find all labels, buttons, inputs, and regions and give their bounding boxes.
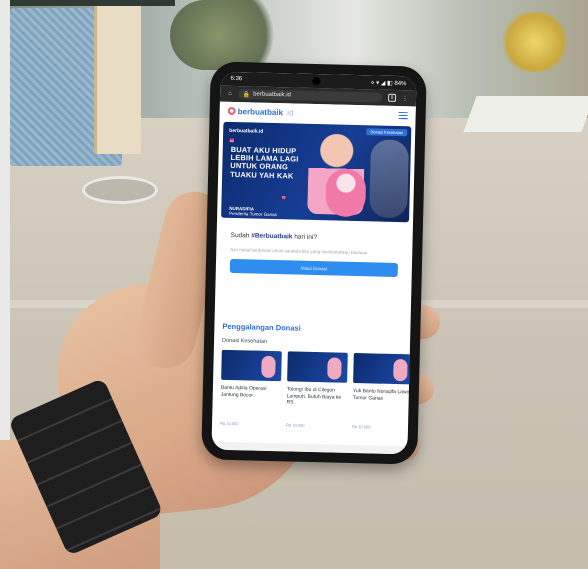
logo-name: berbuatbaik [237, 106, 284, 117]
invite-suffix: hari ini? [292, 233, 318, 242]
tab-switcher-button[interactable]: 8 [387, 93, 397, 102]
status-icons: ⋄ ▾ ◢ ◧ 84% [370, 79, 407, 87]
invite-description: Ayo mulai berdonasi untuk saudara kita y… [230, 246, 368, 256]
hamburger-menu-icon[interactable] [398, 111, 408, 119]
photo-background: 6:36 ⋄ ▾ ◢ ◧ 84% ⌂ 🔒 berbuatbaik.id 8 ⋮ … [0, 0, 588, 569]
campaign-card[interactable]: Bantu Aditia Operasi Jantung Bocor Rp 10… [219, 349, 282, 441]
campaign-title: Tolong! Ibu di Cilegon Lumpuh, Butuh Bia… [286, 386, 342, 406]
campaign-thumbnail [287, 351, 348, 383]
campaign-card[interactable]: Tolong! Ibu di Cilegon Lumpuh, Butuh Bia… [286, 351, 348, 442]
campaign-title: Bantu Aditia Operasi Jantung Bocor [220, 384, 267, 399]
logo-tld: .id [284, 107, 294, 117]
home-icon[interactable]: ⌂ [228, 91, 232, 97]
campaign-card-list: Bantu Aditia Operasi Jantung Bocor Rp 10… [219, 349, 417, 445]
doll-photo [325, 168, 367, 218]
campaign-amount: Rp 10.000 [285, 422, 305, 428]
campaign-amount: Rp 10.000 [351, 423, 371, 430]
section-category[interactable]: Donasi Kesehatan [222, 338, 267, 345]
close-quote-icon: ❞ [281, 195, 286, 205]
section-title: Penggalangan Donasi [222, 321, 301, 333]
lock-icon: 🔒 [242, 91, 251, 98]
overlay-figure [369, 139, 410, 219]
site-header: berbuatbaik .id [219, 101, 416, 125]
phone-screen: 6:36 ⋄ ▾ ◢ ◧ 84% ⌂ 🔒 berbuatbaik.id 8 ⋮ … [211, 71, 417, 455]
banner-logo: berbuatbaik.id [229, 127, 264, 135]
overflow-menu-icon[interactable]: ⋮ [402, 95, 408, 102]
site-logo[interactable]: berbuatbaik .id [227, 106, 294, 117]
banner-person: NURADIFIA Penderita Tumor Ganas [229, 206, 277, 217]
paper-sheet [463, 96, 588, 132]
person-desc: Penderita Tumor Ganas [229, 210, 278, 218]
status-time: 6:36 [230, 75, 243, 83]
invite-title: Sudah #Berbuatbaik hari ini? [231, 232, 399, 243]
campaign-banner[interactable]: berbuatbaik.id Donasi Kesehatan ❝ BUAT A… [221, 121, 412, 223]
banner-headline: BUAT AKU HIDUP LEBIH LAMA LAGI UNTUK ORA… [230, 144, 299, 181]
campaign-thumbnail [353, 352, 414, 385]
start-donation-button[interactable]: Mulai Donasi [229, 258, 399, 278]
invite-hashtag: #Berbuatbaik [251, 232, 293, 241]
dark-edge [0, 0, 175, 6]
campaign-title: Yuk Bantu Nuraqifa Lawan Tumor Ganas [352, 387, 413, 402]
invite-prefix: Sudah [230, 231, 252, 240]
campaign-thumbnail [221, 349, 282, 382]
banner-category-tag: Donasi Kesehatan [366, 128, 408, 137]
address-bar[interactable]: 🔒 berbuatbaik.id [237, 89, 383, 103]
donation-invite: Sudah #Berbuatbaik hari ini? Ayo mulai b… [216, 222, 413, 278]
yellow-mug [500, 12, 570, 72]
plant [170, 0, 290, 70]
campaign-amount: Rp 10.000 [219, 420, 239, 427]
address-text: berbuatbaik.id [253, 91, 291, 99]
campaign-card[interactable]: Yuk Bantu Nuraqifa Lawan Tumor Ganas Rp … [351, 352, 414, 444]
smartphone: 6:36 ⋄ ▾ ◢ ◧ 84% ⌂ 🔒 berbuatbaik.id 8 ⋮ … [201, 61, 427, 465]
logo-icon [227, 106, 236, 116]
coaster [82, 176, 158, 204]
book [94, 6, 141, 154]
